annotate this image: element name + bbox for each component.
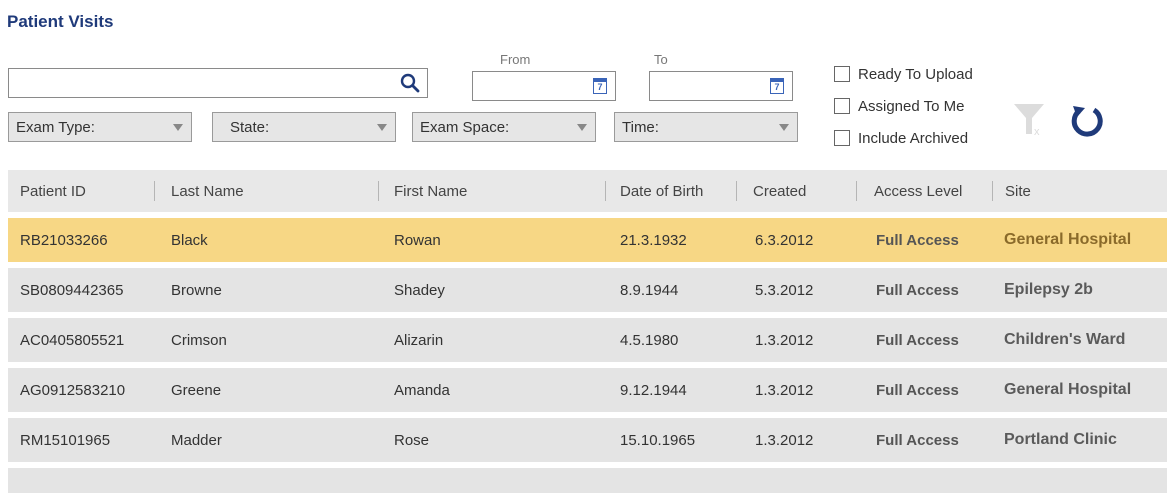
access-level-cell: Full Access [876, 431, 959, 449]
dropdown-label: State: [230, 118, 270, 136]
dropdown-label: Time: [622, 118, 659, 136]
column-header-last-name[interactable]: Last Name [171, 170, 244, 212]
search-input[interactable] [9, 69, 389, 97]
checkbox-label: Assigned To Me [858, 97, 965, 115]
state-dropdown[interactable]: State: [212, 112, 396, 142]
checkbox-label: Include Archived [858, 129, 969, 147]
patient-id-cell: RB21033266 [20, 231, 108, 249]
created-cell: 1.3.2012 [755, 431, 814, 449]
patient-visits-table: Patient ID Last Name First Name Date of … [8, 170, 1167, 493]
created-cell: 6.3.2012 [755, 231, 814, 249]
access-level-cell: Full Access [876, 231, 959, 249]
access-level-cell: Full Access [876, 381, 959, 399]
exam-space-dropdown[interactable]: Exam Space: [412, 112, 596, 142]
column-header-created[interactable]: Created [753, 170, 806, 212]
dropdown-label: Exam Space: [420, 118, 510, 136]
date-of-birth-cell: 21.3.1932 [620, 231, 687, 249]
checkbox-group: Ready To Upload Assigned To Me Include A… [834, 58, 973, 154]
column-header-site[interactable]: Site [1005, 170, 1031, 212]
chevron-down-icon [173, 124, 183, 131]
search-icon[interactable] [399, 72, 421, 94]
from-date-input[interactable] [473, 72, 583, 100]
table-row[interactable]: AC0405805521 Crimson Alizarin 4.5.1980 1… [8, 318, 1167, 362]
last-name-cell: Madder [171, 431, 222, 449]
table-row[interactable]: RM15101965 Madder Rose 15.10.1965 1.3.20… [8, 418, 1167, 462]
svg-text:x: x [1034, 126, 1040, 138]
checkbox-box[interactable] [834, 130, 850, 146]
table-row[interactable]: AG0912583210 Greene Amanda 9.12.1944 1.3… [8, 368, 1167, 412]
column-header-date-of-birth[interactable]: Date of Birth [620, 170, 703, 212]
column-divider[interactable] [378, 181, 379, 201]
first-name-cell: Rose [394, 431, 430, 449]
site-cell: Portland Clinic [1004, 431, 1117, 448]
site-cell: General Hospital [1004, 381, 1132, 398]
chevron-down-icon [577, 124, 587, 131]
ready-to-upload-checkbox[interactable]: Ready To Upload [834, 58, 973, 90]
calendar-icon[interactable]: 7 [770, 78, 784, 94]
patient-id-cell: AG0912583210 [20, 381, 126, 399]
search-box[interactable] [8, 68, 428, 98]
column-divider[interactable] [605, 181, 606, 201]
column-header-first-name[interactable]: First Name [394, 170, 467, 212]
checkbox-box[interactable] [834, 98, 850, 114]
column-header-patient-id[interactable]: Patient ID [20, 170, 86, 212]
chevron-down-icon [779, 124, 789, 131]
column-divider[interactable] [992, 181, 993, 201]
created-cell: 1.3.2012 [755, 381, 814, 399]
date-of-birth-cell: 9.12.1944 [620, 381, 687, 399]
assigned-to-me-checkbox[interactable]: Assigned To Me [834, 90, 973, 122]
date-of-birth-cell: 4.5.1980 [620, 331, 679, 349]
patient-id-cell: RM15101965 [20, 431, 111, 449]
column-divider[interactable] [856, 181, 857, 201]
last-name-cell: Greene [171, 381, 222, 399]
site-cell: Children's Ward [1004, 331, 1126, 348]
created-cell: 1.3.2012 [755, 331, 814, 349]
site-cell: Epilepsy 2b [1004, 281, 1093, 298]
checkbox-box[interactable] [834, 66, 850, 82]
last-name-cell: Crimson [171, 331, 227, 349]
date-of-birth-cell: 8.9.1944 [620, 281, 679, 299]
patient-id-cell: AC0405805521 [20, 331, 125, 349]
first-name-cell: Rowan [394, 231, 441, 249]
clear-filter-icon[interactable]: x [1012, 102, 1046, 138]
table-row[interactable]: RB21033266 Black Rowan 21.3.1932 6.3.201… [8, 218, 1167, 262]
time-dropdown[interactable]: Time: [614, 112, 798, 142]
table-row[interactable]: SB0809442365 Browne Shadey 8.9.1944 5.3.… [8, 268, 1167, 312]
to-date-field[interactable]: 7 [649, 71, 793, 101]
column-divider[interactable] [736, 181, 737, 201]
site-cell: General Hospital [1004, 231, 1132, 248]
include-archived-checkbox[interactable]: Include Archived [834, 122, 973, 154]
first-name-cell: Shadey [394, 281, 445, 299]
from-label: From [500, 52, 531, 67]
first-name-cell: Alizarin [394, 331, 444, 349]
table-row-empty [8, 468, 1167, 493]
exam-type-dropdown[interactable]: Exam Type: [8, 112, 192, 142]
table-header: Patient ID Last Name First Name Date of … [8, 170, 1167, 212]
last-name-cell: Browne [171, 281, 222, 299]
dropdown-label: Exam Type: [16, 118, 95, 136]
checkbox-label: Ready To Upload [858, 65, 973, 83]
refresh-icon[interactable] [1067, 102, 1107, 142]
patient-id-cell: SB0809442365 [20, 281, 124, 299]
last-name-cell: Black [171, 231, 208, 249]
access-level-cell: Full Access [876, 281, 959, 299]
first-name-cell: Amanda [394, 381, 450, 399]
column-header-access-level[interactable]: Access Level [874, 170, 962, 212]
created-cell: 5.3.2012 [755, 281, 814, 299]
chevron-down-icon [377, 124, 387, 131]
calendar-icon[interactable]: 7 [593, 78, 607, 94]
access-level-cell: Full Access [876, 331, 959, 349]
page-title: Patient Visits [7, 12, 114, 31]
from-date-field[interactable]: 7 [472, 71, 616, 101]
to-date-input[interactable] [650, 72, 760, 100]
date-of-birth-cell: 15.10.1965 [620, 431, 696, 449]
to-label: To [654, 52, 668, 67]
column-divider[interactable] [154, 181, 155, 201]
